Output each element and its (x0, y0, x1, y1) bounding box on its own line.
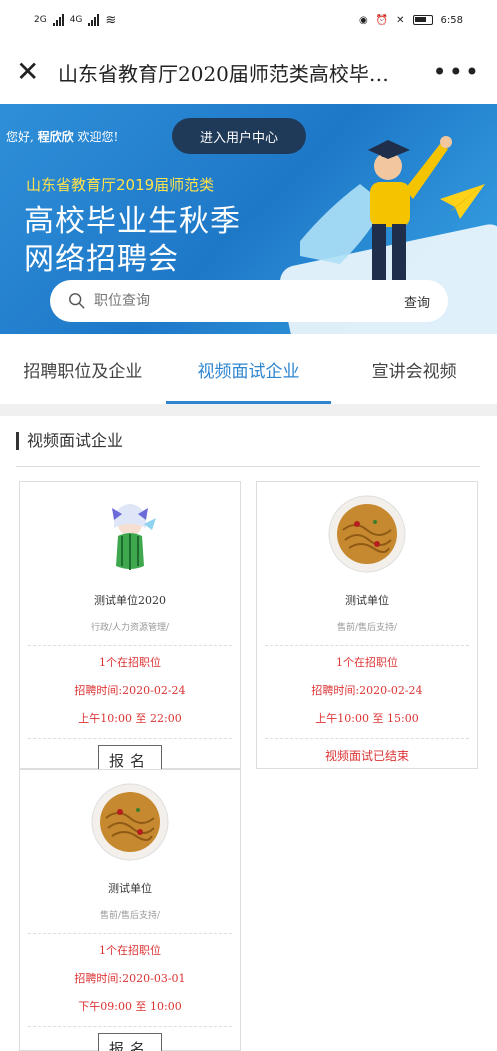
search-button[interactable]: 查询 (404, 292, 430, 311)
divider (265, 738, 469, 739)
network-4g-label: 4G (69, 15, 83, 25)
company-logo-anime-character (112, 504, 156, 570)
tab-video-interview[interactable]: 视频面试企业 (165, 334, 332, 404)
tab-presentation-video[interactable]: 宣讲会视频 (331, 334, 497, 404)
welcome-prefix: 您好, (6, 130, 34, 144)
job-count: 1个在招职位 (99, 944, 161, 957)
battery-icon (412, 15, 433, 25)
status-bar: 2G 4G ≋ ◉ ⏰ ✕ 6:58 (0, 0, 497, 40)
company-category: 售前/售后支持/ (336, 623, 398, 633)
page-title: 山东省教育厅2020届师范类高校毕… (58, 61, 389, 86)
user-name: 程欣欣 (37, 130, 74, 144)
company-card[interactable]: 测试单位 售前/售后支持/ 1个在招职位 招聘时间:2020-03-01 下午0… (19, 769, 241, 1051)
company-card[interactable]: 测试单位2020 行政/人力资源管理/ 1个在招职位 招聘时间:2020-02-… (19, 481, 241, 775)
more-icon[interactable]: ••• (431, 58, 481, 86)
interview-ended-status: 视频面试已结束 (324, 749, 409, 763)
company-logo-noodle-dish (91, 783, 169, 861)
welcome-text: 您好, 程欣欣 欢迎您! (6, 128, 118, 145)
eye-icon: ◉ (358, 14, 368, 26)
divider (0, 404, 497, 416)
network-status: 2G 4G ≋ (34, 13, 116, 28)
nav-bar: ✕ 山东省教育厅2020届师范类高校毕… ••• (0, 40, 497, 104)
welcome-suffix: 欢迎您! (77, 130, 119, 144)
mute-icon: ✕ (396, 14, 405, 26)
graduate-mascot-illustration (300, 136, 485, 294)
divider (16, 466, 480, 467)
user-center-button[interactable]: 进入用户中心 (172, 118, 306, 154)
divider (28, 738, 232, 739)
signal-icon (52, 14, 64, 26)
company-name: 测试单位2020 (94, 594, 166, 607)
recruit-date: 招聘时间:2020-02-24 (74, 684, 186, 697)
divider (28, 1026, 232, 1027)
banner-title-line2: 网络招聘会 (24, 242, 179, 277)
company-category: 售前/售后支持/ (99, 911, 161, 921)
alarm-icon: ⏰ (375, 14, 389, 26)
recruit-time-slot: 上午10:00 至 15:00 (315, 712, 419, 725)
wifi-icon: ≋ (105, 12, 117, 28)
divider (28, 645, 232, 646)
system-status: ◉ ⏰ ✕ 6:58 (359, 15, 463, 26)
close-icon[interactable]: ✕ (16, 58, 52, 86)
divider (265, 645, 469, 646)
recruit-time-slot: 上午10:00 至 22:00 (78, 712, 182, 725)
section-title: 视频面试企业 (16, 432, 123, 450)
company-logo-noodle-dish (328, 495, 406, 573)
tab-jobs-and-companies[interactable]: 招聘职位及企业 (0, 334, 166, 404)
banner: 您好, 程欣欣 欢迎您! 进入用户中心 山东省教育厅2019届师范类 高校毕业生… (0, 104, 497, 334)
job-search-input[interactable] (86, 293, 404, 309)
apply-button[interactable]: 报名 (98, 1033, 162, 1051)
clock: 6:58 (440, 14, 463, 26)
network-2g-label: 2G (34, 15, 47, 25)
recruit-date: 招聘时间:2020-02-24 (311, 684, 423, 697)
divider (28, 933, 232, 934)
tab-bar: 招聘职位及企业 视频面试企业 宣讲会视频 (0, 334, 497, 404)
company-category: 行政/人力资源管理/ (90, 623, 170, 633)
banner-subtitle: 山东省教育厅2019届师范类 (26, 176, 215, 194)
search-icon (69, 293, 85, 309)
search-bar: 查询 (50, 280, 448, 322)
company-name: 测试单位 (345, 594, 389, 607)
recruit-date: 招聘时间:2020-03-01 (74, 972, 186, 985)
company-name: 测试单位 (108, 882, 152, 895)
recruit-time-slot: 下午09:00 至 10:00 (78, 1000, 182, 1013)
job-count: 1个在招职位 (99, 656, 161, 669)
company-card[interactable]: 测试单位 售前/售后支持/ 1个在招职位 招聘时间:2020-02-24 上午1… (256, 481, 478, 769)
signal-icon (88, 14, 100, 26)
job-count: 1个在招职位 (336, 656, 398, 669)
